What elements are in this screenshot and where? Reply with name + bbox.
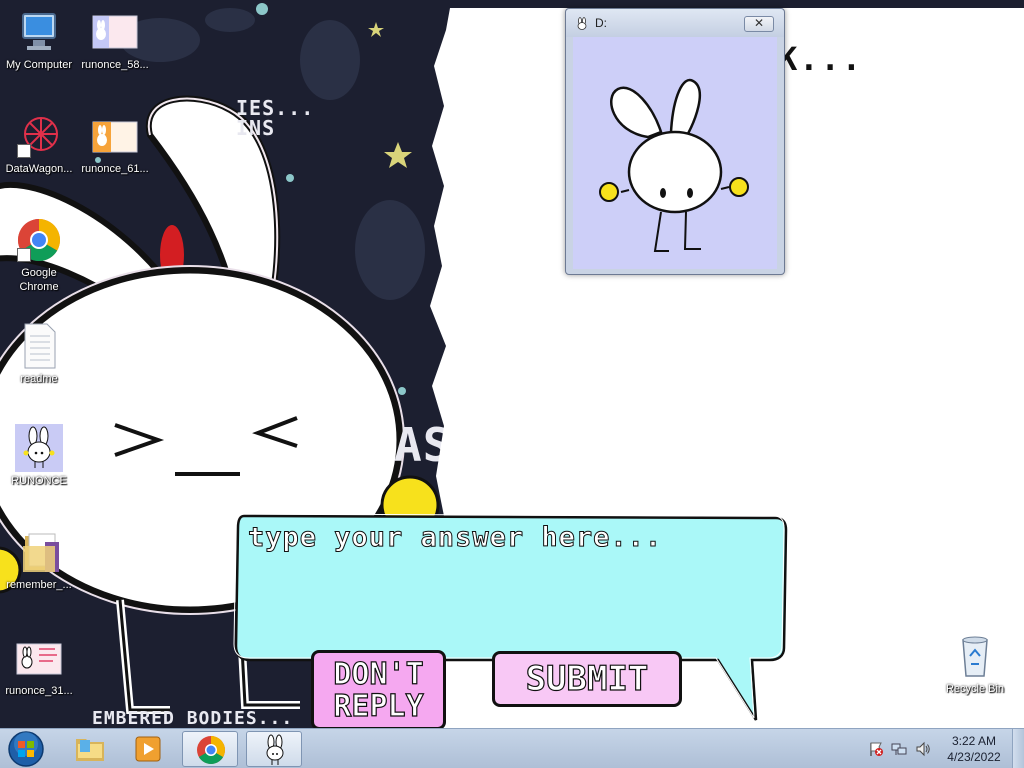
- action-center-flag-icon[interactable]: [868, 741, 884, 757]
- clock-date[interactable]: 4/23/2022: [942, 750, 1006, 764]
- shortcut-arrow-icon: [17, 144, 31, 158]
- recycle-bin-icon: [951, 632, 999, 680]
- desktop-icon-recycle-bin[interactable]: Recycle Bin: [937, 632, 1013, 696]
- computer-icon: [15, 8, 63, 56]
- wallpaper-text: INS: [236, 116, 276, 140]
- answer-input[interactable]: [248, 522, 768, 632]
- clock-time[interactable]: 3:22 AM: [942, 734, 1006, 748]
- popup-titlebar[interactable]: D: ✕: [566, 9, 784, 37]
- desktop-icon-runonce-61[interactable]: runonce_61...: [77, 112, 153, 176]
- bunny-app-icon: [266, 734, 284, 765]
- desktop-icon-label: runonce_31...: [5, 685, 73, 697]
- taskbar-media-player-button[interactable]: [120, 731, 176, 767]
- bunny-title-icon: [575, 16, 589, 30]
- volume-icon[interactable]: [915, 741, 931, 757]
- network-icon[interactable]: [891, 741, 907, 757]
- desktop-icon-label: My Computer: [5, 59, 73, 71]
- message-text: K...: [778, 40, 864, 78]
- desktop-icon-remember[interactable]: remember_...: [1, 528, 77, 592]
- submit-button[interactable]: SUBMIT: [492, 651, 682, 707]
- desktop-icon-label: Google Chrome: [19, 267, 59, 293]
- desktop-icon-runonce[interactable]: RUNONCE: [1, 424, 77, 488]
- folder-icon: [15, 528, 63, 576]
- media-player-icon: [135, 736, 161, 762]
- start-button[interactable]: [6, 730, 46, 768]
- desktop-icon-datawagon[interactable]: DataWagon...: [1, 112, 77, 176]
- image-file-icon: [15, 634, 63, 682]
- popup-content: [573, 37, 777, 269]
- bunny-app-icon: [15, 424, 63, 472]
- bunny-illustration: [599, 78, 749, 252]
- desktop-icon-runonce-58[interactable]: runonce_58...: [77, 8, 153, 72]
- desktop-icon-google-chrome[interactable]: Google Chrome: [1, 216, 77, 294]
- desktop-icon-my-computer[interactable]: My Computer: [1, 8, 77, 72]
- text-file-icon: [15, 322, 63, 370]
- desktop-icon-label: Recycle Bin: [945, 683, 1005, 695]
- datawagon-shortcut-icon: [15, 112, 63, 160]
- desktop-icon-label: runonce_58...: [81, 59, 149, 71]
- desktop-icon-label: readme: [20, 373, 58, 385]
- desktop-icon-label: runonce_61...: [81, 163, 149, 175]
- dont-reply-button[interactable]: DON'T REPLY: [311, 650, 446, 730]
- taskbar-explorer-button[interactable]: [62, 731, 118, 767]
- chrome-icon: [197, 736, 225, 764]
- image-file-icon: [91, 8, 139, 56]
- close-button[interactable]: ✕: [744, 16, 774, 32]
- image-file-icon: [91, 112, 139, 160]
- folder-icon: [76, 739, 104, 761]
- desktop-icon-label: RUNONCE: [11, 475, 67, 487]
- desktop-icon-readme[interactable]: readme: [1, 322, 77, 386]
- windows-logo-icon: [8, 731, 44, 767]
- desktop-icon-runonce-31[interactable]: runonce_31...: [1, 634, 77, 698]
- desktop-icon-label: remember_...: [6, 579, 72, 591]
- desktop-icon-label: DataWagon...: [5, 163, 73, 175]
- shortcut-arrow-icon: [17, 248, 31, 262]
- taskbar: 3:22 AM 4/23/2022: [0, 728, 1024, 768]
- taskbar-chrome-button[interactable]: [182, 731, 238, 767]
- popup-title: D:: [595, 16, 607, 30]
- chrome-icon: [15, 216, 63, 264]
- show-desktop-button[interactable]: [1012, 729, 1024, 768]
- taskbar-runonce-button[interactable]: [246, 731, 302, 767]
- bunny-popup-window[interactable]: D: ✕: [565, 8, 785, 275]
